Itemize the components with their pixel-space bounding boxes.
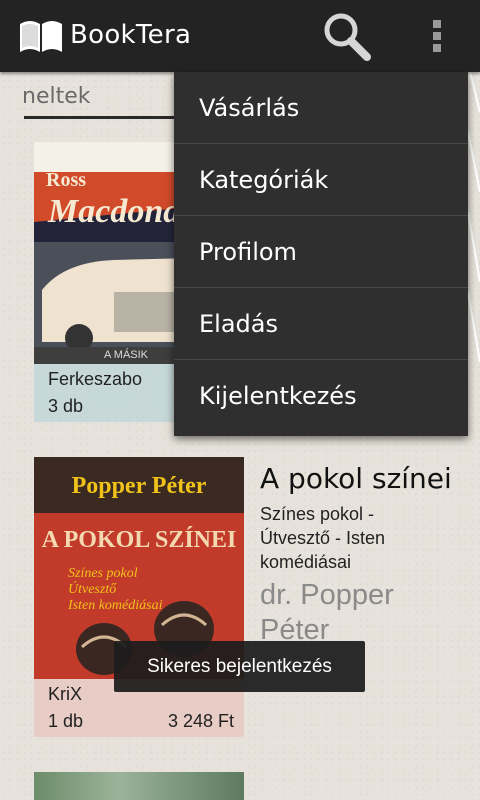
book-title[interactable]: A pokol színei (260, 462, 452, 495)
quantity: 3 db (48, 396, 84, 416)
overflow-menu: Vásárlás Kategóriák Profilom Eladás Kije… (174, 72, 468, 436)
tab-indicator (24, 116, 174, 119)
cover-line: Útvesztő (68, 580, 117, 597)
cover-line: Színes pokol (68, 566, 138, 581)
menu-item-vasarlas[interactable]: Vásárlás (174, 72, 468, 144)
cover-line: Isten komédiásai (67, 598, 163, 613)
action-bar: BookTera (0, 0, 480, 72)
cover-subtitle: A MÁSIK (104, 348, 149, 361)
price: 3 248 Ft (167, 711, 234, 731)
book-cover-image[interactable] (34, 772, 244, 800)
book-author: dr. Popper Péter (260, 579, 394, 646)
seller-name: Ferkeszabo (48, 369, 143, 389)
decorative-stripes (468, 72, 480, 363)
cover-author: Popper Péter (72, 473, 207, 499)
toast-message: Sikeres bejelentkezés (114, 641, 365, 692)
menu-item-kijelentkezes[interactable]: Kijelentkezés (174, 360, 468, 432)
seller-name: KriX (48, 684, 83, 704)
quantity: 1 db (48, 711, 84, 731)
overflow-menu-icon[interactable] (422, 14, 454, 58)
app-title: BookTera (70, 20, 192, 50)
search-icon[interactable] (320, 10, 376, 62)
book-card[interactable]: Popper Péter A POKOL SZÍNEI Színes pokol… (34, 457, 244, 737)
book-logo-icon[interactable] (18, 16, 64, 56)
menu-item-profilom[interactable]: Profilom (174, 216, 468, 288)
book-card[interactable] (34, 772, 244, 800)
book-subtitle: Színes pokol - Útvesztő - Isten komédiás… (260, 504, 386, 572)
menu-item-eladas[interactable]: Eladás (174, 288, 468, 360)
menu-item-kategoriak[interactable]: Kategóriák (174, 144, 468, 216)
cover-author: Ross (46, 169, 86, 191)
cover-title: A POKOL SZÍNEI (42, 527, 237, 553)
tab-label[interactable]: neltek (22, 84, 91, 109)
